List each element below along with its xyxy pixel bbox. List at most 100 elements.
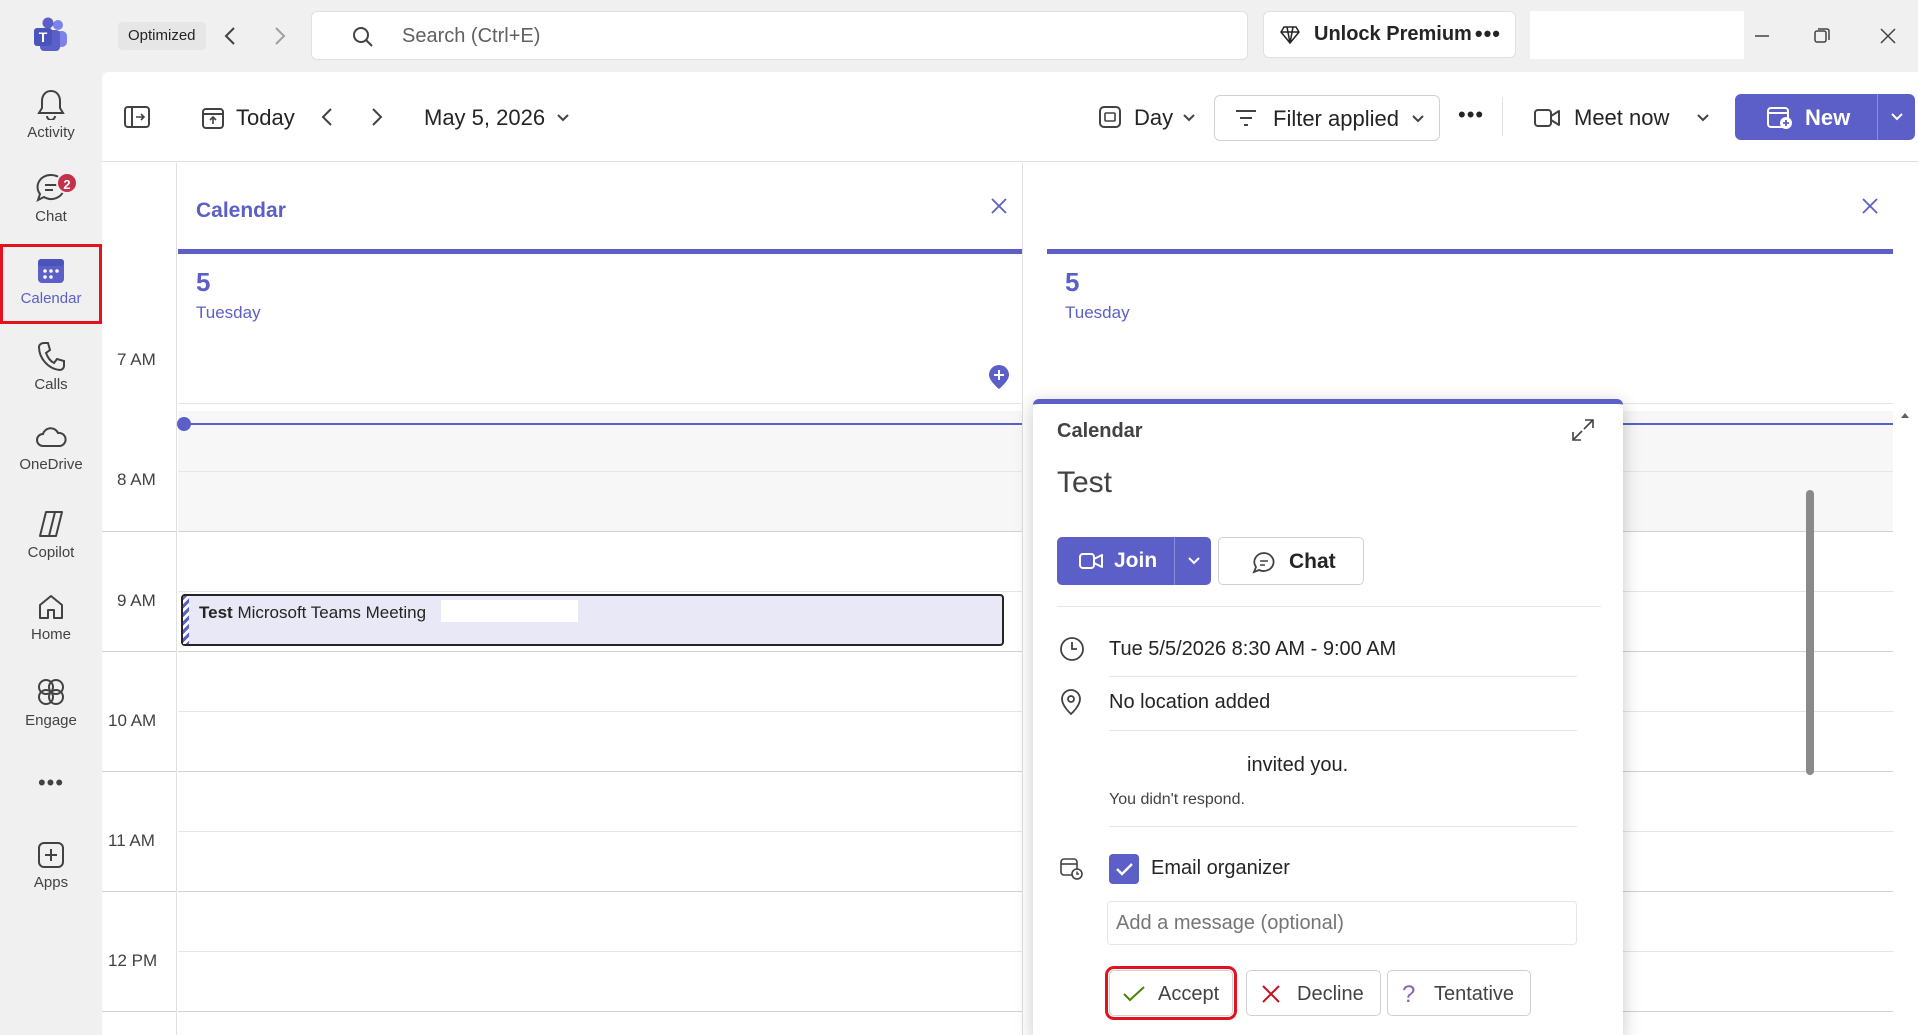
join-button[interactable]: Join	[1057, 537, 1211, 585]
rail-label: Chat	[35, 208, 67, 225]
tentative-button[interactable]: ? Tentative	[1387, 970, 1531, 1016]
hour-line	[178, 1011, 1022, 1012]
title-bar: T Optimized Search (Ctrl+E) Unlock Premi…	[0, 0, 1918, 72]
rail-item-engage[interactable]: Engage	[0, 664, 102, 744]
rail-item-copilot[interactable]: Copilot	[0, 496, 102, 576]
hour-line	[178, 891, 1022, 892]
time-gutter: 7 AM 8 AM 9 AM 10 AM 11 AM 12 PM	[102, 163, 177, 1035]
bell-icon	[36, 88, 66, 120]
search-input[interactable]: Search (Ctrl+E)	[311, 11, 1248, 60]
join-label: Join	[1114, 549, 1158, 572]
calendar-main: Today May 5, 2026 Day Filter applied •••…	[102, 72, 1918, 1035]
rail-label: OneDrive	[19, 456, 83, 473]
popup-calendar-name: Calendar	[1057, 420, 1143, 442]
close-column-icon[interactable]	[1861, 197, 1879, 215]
new-calendar-icon	[1767, 106, 1793, 130]
hour-label: 7 AM	[117, 350, 156, 369]
response-message-input[interactable]	[1107, 901, 1577, 945]
invited-text: invited you.	[1247, 754, 1349, 776]
calendar-toolbar: Today May 5, 2026 Day Filter applied •••…	[102, 72, 1918, 162]
join-chevron-down-icon[interactable]	[1187, 556, 1201, 566]
premium-more-icon[interactable]: •••	[1475, 21, 1501, 47]
event-title: Test	[199, 603, 233, 622]
optimized-mode-badge[interactable]: Optimized	[118, 22, 206, 50]
filter-button[interactable]: Filter applied	[1214, 95, 1440, 141]
tentative-label: Tentative	[1434, 983, 1515, 1005]
rail-item-apps[interactable]: Apps	[0, 828, 102, 908]
rail-label: Activity	[27, 124, 75, 141]
today-button[interactable]: Today	[236, 105, 295, 131]
rail-item-onedrive[interactable]: OneDrive	[0, 412, 102, 492]
popup-divider	[1057, 606, 1601, 607]
hour-label: 10 AM	[108, 711, 157, 730]
email-organizer-checkbox[interactable]	[1109, 854, 1139, 884]
meet-now-button[interactable]: Meet now	[1574, 105, 1669, 131]
popup-chat-button[interactable]: Chat	[1218, 537, 1364, 585]
rail-item-chat[interactable]: Chat 2	[0, 160, 102, 240]
close-window-icon[interactable]	[1874, 22, 1902, 50]
vertical-scrollbar[interactable]	[1806, 490, 1814, 775]
toggle-sidebar-icon[interactable]	[124, 106, 150, 128]
accept-button[interactable]: Accept	[1105, 966, 1237, 1020]
hour-line	[102, 891, 176, 892]
video-camera-icon	[1534, 108, 1560, 128]
rail-item-home[interactable]: Home	[0, 580, 102, 660]
back-arrow-icon[interactable]	[216, 22, 244, 50]
calendar-icon	[36, 256, 66, 286]
new-meeting-button[interactable]: New	[1735, 94, 1915, 140]
view-chevron-down-icon[interactable]	[1182, 113, 1196, 123]
hour-line	[102, 651, 176, 652]
half-hour-line	[178, 591, 1022, 592]
new-split-divider	[1877, 94, 1878, 140]
hour-label: 9 AM	[117, 591, 156, 610]
rail-item-more[interactable]: •••	[0, 758, 102, 798]
new-chevron-down-icon[interactable]	[1890, 112, 1904, 122]
rail-item-calls[interactable]: Calls	[0, 328, 102, 408]
column-title: Calendar	[196, 199, 286, 222]
chat-bubble-icon	[1252, 551, 1276, 575]
profile-area[interactable]	[1530, 11, 1744, 59]
close-column-icon[interactable]	[990, 197, 1008, 215]
clock-icon	[1059, 636, 1085, 662]
tentative-stripe	[183, 596, 189, 644]
calendar-event-test[interactable]: Test Microsoft Teams Meeting	[181, 594, 1004, 646]
rail-item-calendar[interactable]: Calendar	[0, 244, 102, 324]
hour-line	[178, 771, 1022, 772]
unlock-premium-button[interactable]: Unlock Premium •••	[1263, 11, 1516, 58]
next-day-icon[interactable]	[370, 106, 384, 128]
half-hour-line	[178, 471, 1022, 472]
previous-day-icon[interactable]	[320, 106, 334, 128]
filter-icon	[1235, 109, 1257, 127]
hour-line	[178, 651, 1022, 652]
meet-now-chevron-down-icon[interactable]	[1696, 113, 1710, 123]
accept-label: Accept	[1158, 983, 1220, 1005]
view-switcher-button[interactable]: Day	[1134, 105, 1173, 131]
rail-label: Home	[30, 626, 71, 643]
svg-text:T: T	[39, 29, 48, 45]
current-time-line	[184, 423, 1022, 425]
minimize-icon[interactable]	[1748, 22, 1776, 50]
date-chevron-down-icon[interactable]	[556, 113, 570, 123]
date-picker-button[interactable]: May 5, 2026	[424, 105, 545, 131]
search-placeholder: Search (Ctrl+E)	[402, 25, 541, 47]
expand-icon[interactable]	[1571, 418, 1595, 442]
copilot-icon	[35, 508, 67, 540]
add-event-icon[interactable]	[988, 364, 1010, 390]
rail-item-activity[interactable]: Activity	[0, 76, 102, 156]
restore-icon[interactable]	[1808, 22, 1836, 50]
rail-label: Calendar	[20, 290, 82, 307]
forward-arrow-icon[interactable]	[266, 22, 294, 50]
scroll-up-icon[interactable]	[1900, 411, 1910, 419]
popup-divider	[1109, 676, 1577, 677]
calendar-mail-icon	[1059, 856, 1083, 880]
chat-unread-badge: 2	[56, 172, 78, 194]
day-view-icon	[1099, 106, 1121, 128]
column-header	[1047, 163, 1893, 254]
hour-label: 8 AM	[117, 470, 156, 489]
new-label: New	[1805, 105, 1851, 130]
popup-divider	[1109, 826, 1577, 827]
rail-label: Engage	[25, 712, 77, 729]
diamond-icon	[1280, 25, 1300, 44]
decline-button[interactable]: Decline	[1246, 970, 1381, 1016]
toolbar-more-icon[interactable]: •••	[1458, 102, 1484, 128]
